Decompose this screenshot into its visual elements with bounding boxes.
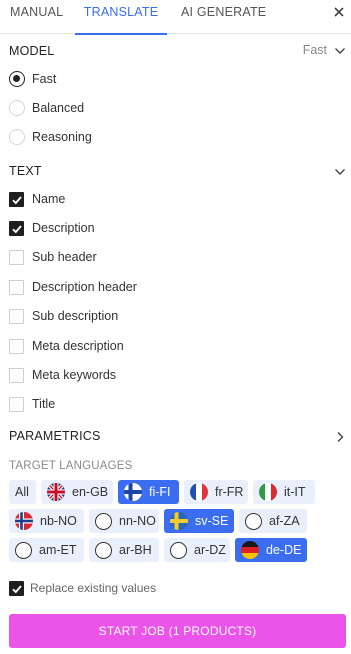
radio-balanced[interactable] [9, 100, 25, 116]
tab-bar: MANUAL TRANSLATE AI GENERATE [0, 0, 351, 35]
language-chip-am-et[interactable]: am-ET [9, 538, 84, 562]
unselected-circle-icon [170, 541, 187, 559]
text-field-label: Sub header [32, 250, 97, 264]
france-flag-icon [190, 483, 208, 501]
text-field-label: Title [32, 397, 56, 411]
language-chip-all[interactable]: All [9, 480, 36, 504]
radio-fast[interactable] [9, 71, 25, 87]
model-option-label: Reasoning [32, 130, 92, 144]
text-field-sub-header[interactable]: Sub header [9, 248, 97, 266]
language-chip-fi-fi[interactable]: fi-FI [118, 480, 179, 504]
chip-label: am-ET [39, 543, 77, 557]
text-field-meta-description[interactable]: Meta description [9, 337, 124, 355]
language-chip-nn-no[interactable]: nn-NO [89, 509, 159, 533]
replace-existing-values[interactable]: Replace existing values [9, 579, 156, 597]
checkbox-sub-description[interactable] [9, 308, 24, 324]
chevron-down-icon[interactable] [334, 166, 346, 178]
tab-ai-generate[interactable]: AI GENERATE [181, 0, 266, 34]
chip-label: All [15, 485, 29, 499]
text-field-label: Meta description [32, 339, 124, 353]
finland-flag-icon [124, 483, 142, 501]
text-field-name[interactable]: Name [9, 190, 65, 208]
chip-label: de-DE [266, 543, 302, 557]
tab-manual[interactable]: MANUAL [10, 0, 63, 34]
model-option-reasoning[interactable]: Reasoning [9, 127, 92, 147]
checkbox-title[interactable] [9, 396, 24, 412]
text-field-title[interactable]: Title [9, 395, 55, 413]
checkbox-description[interactable] [9, 220, 24, 236]
chip-label: nn-NO [119, 514, 156, 528]
text-field-description-header[interactable]: Description header [9, 278, 137, 296]
checkbox-sub-header[interactable] [9, 249, 24, 265]
target-languages-label: TARGET LANGUAGES [9, 460, 133, 472]
chip-label: en-GB [72, 485, 109, 499]
start-job-button[interactable]: START JOB (1 PRODUCTS) [9, 614, 346, 648]
model-option-label: Balanced [32, 101, 85, 115]
replace-existing-label: Replace existing values [30, 581, 157, 595]
chip-label: it-IT [284, 485, 306, 499]
chip-label: nb-NO [40, 514, 77, 528]
unselected-circle-icon [95, 512, 112, 530]
text-field-meta-keywords[interactable]: Meta keywords [9, 366, 116, 384]
model-current-value[interactable]: Fast [303, 43, 327, 57]
checkbox-name[interactable] [9, 191, 24, 207]
model-section-label: MODEL [9, 44, 55, 58]
text-field-label: Meta keywords [32, 368, 117, 382]
chip-label: sv-SE [195, 514, 229, 528]
language-chip-fr-fr[interactable]: fr-FR [184, 480, 248, 504]
radio-reasoning[interactable] [9, 129, 25, 145]
chip-label: fi-FI [149, 485, 171, 499]
text-section-label: TEXT [9, 164, 42, 178]
language-chip-ar-bh[interactable]: ar-BH [89, 538, 159, 562]
text-field-description[interactable]: Description [9, 219, 95, 237]
model-option-balanced[interactable]: Balanced [9, 98, 84, 118]
model-option-fast[interactable]: Fast [9, 69, 56, 89]
chip-label: fr-FR [215, 485, 244, 499]
text-field-label: Sub description [32, 309, 119, 323]
chip-label: af-ZA [269, 514, 300, 528]
uk-flag-icon [47, 483, 65, 501]
model-option-label: Fast [32, 72, 57, 86]
chevron-down-icon[interactable] [334, 45, 346, 57]
chevron-right-icon[interactable] [334, 431, 346, 443]
germany-flag-icon [241, 541, 259, 559]
text-field-label: Description header [32, 280, 137, 294]
checkbox-meta-description[interactable] [9, 338, 24, 354]
unselected-circle-icon [95, 541, 112, 559]
chip-label: ar-DZ [194, 543, 226, 557]
language-chip-en-gb[interactable]: en-GB [41, 480, 113, 504]
parametrics-section-label[interactable]: PARAMETRICS [9, 429, 101, 443]
sweden-flag-icon [170, 512, 188, 530]
text-field-label: Name [32, 192, 66, 206]
language-chip-nb-no[interactable]: nb-NO [9, 509, 84, 533]
italy-flag-icon [259, 483, 277, 501]
chip-label: ar-BH [119, 543, 152, 557]
checkbox-meta-keywords[interactable] [9, 367, 24, 383]
norway-flag-icon [15, 512, 33, 530]
language-chip-ar-dz[interactable]: ar-DZ [164, 538, 230, 562]
language-chip-sv-se[interactable]: sv-SE [164, 509, 234, 533]
tab-translate[interactable]: TRANSLATE [75, 0, 167, 35]
checkbox-replace-existing[interactable] [9, 580, 24, 596]
unselected-circle-icon [245, 512, 262, 530]
close-icon[interactable] [332, 5, 346, 19]
language-chip-de-de[interactable]: de-DE [235, 538, 307, 562]
checkbox-description-header[interactable] [9, 279, 24, 295]
language-chip-it-it[interactable]: it-IT [253, 480, 315, 504]
text-field-sub-description[interactable]: Sub description [9, 307, 118, 325]
text-field-label: Description [32, 221, 95, 235]
unselected-circle-icon [15, 541, 32, 559]
language-chip-af-za[interactable]: af-ZA [239, 509, 307, 533]
